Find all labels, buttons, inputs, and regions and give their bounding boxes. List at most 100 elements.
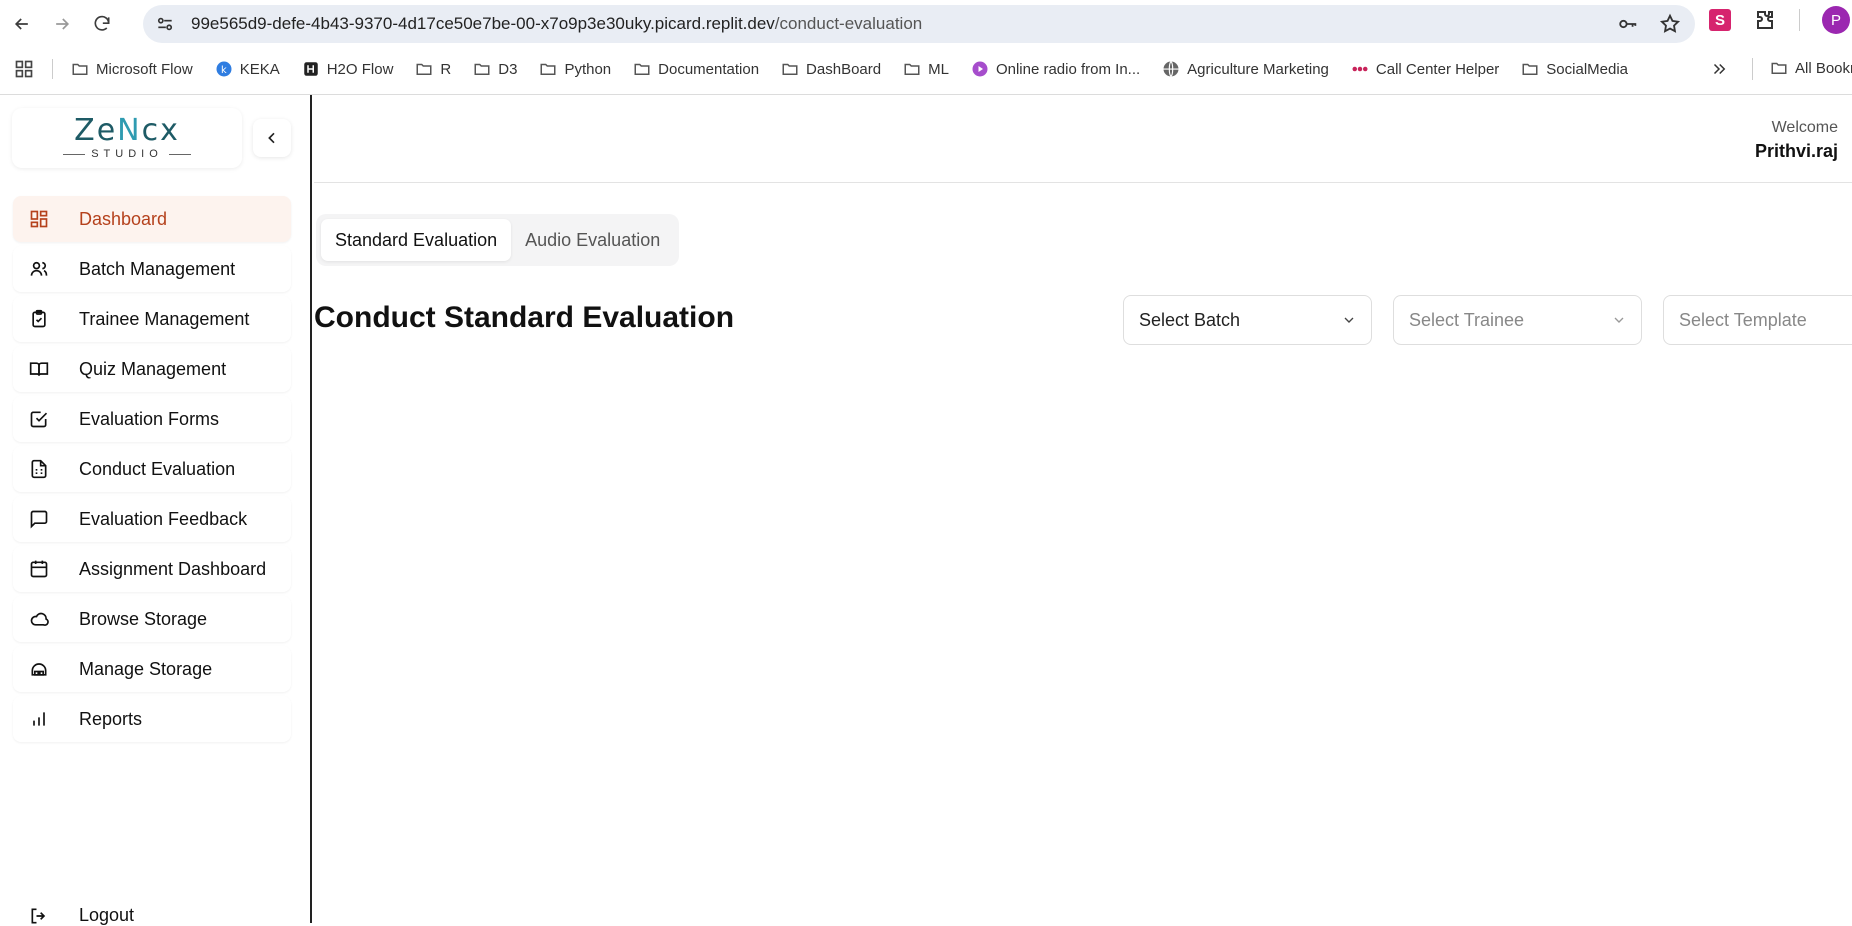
logo-part-a: Ze [74, 113, 118, 148]
sidebar: ZeNcx STUDIO Dashboard Batch Management Tr… [0, 95, 312, 925]
star-icon[interactable] [1659, 13, 1681, 35]
logo[interactable]: ZeNcx STUDIO [12, 108, 242, 168]
site-settings-icon[interactable] [155, 14, 177, 34]
bookmark-item[interactable]: Documentation [633, 60, 759, 78]
folder-icon [415, 60, 433, 78]
sidebar-item-manage-storage[interactable]: Manage Storage [13, 646, 291, 692]
bookmark-item[interactable]: k KEKA [215, 60, 280, 78]
folder-icon [903, 60, 921, 78]
collapse-sidebar-button[interactable] [253, 119, 291, 157]
sidebar-item-trainee-management[interactable]: Trainee Management [13, 296, 291, 342]
bookmark-item[interactable]: R [415, 60, 451, 78]
sidebar-item-batch-management[interactable]: Batch Management [13, 246, 291, 292]
sidebar-item-reports[interactable]: Reports [13, 696, 291, 742]
all-bookmarks[interactable]: All Bookmarks [1770, 59, 1852, 77]
bookmark-item[interactable]: ML [903, 60, 949, 78]
bookmark-separator-right [1752, 58, 1753, 80]
sidebar-item-dashboard[interactable]: Dashboard [13, 196, 291, 242]
bookmark-item[interactable]: DashBoard [781, 60, 881, 78]
select-template-placeholder: Select Template [1679, 309, 1807, 330]
calendar-icon [30, 560, 48, 578]
sidebar-item-label: Evaluation Forms [79, 408, 220, 429]
back-button[interactable] [2, 4, 42, 44]
sidebar-item-label: Assignment Dashboard [79, 558, 267, 579]
sidebar-item-evaluation-feedback[interactable]: Evaluation Feedback [13, 496, 291, 542]
bookmark-item[interactable]: H2O Flow [302, 60, 393, 78]
bookmark-label: Agriculture Marketing [1187, 60, 1329, 78]
folder-icon [71, 60, 89, 78]
keka-icon: k [215, 60, 233, 78]
dashboard-icon [30, 210, 48, 228]
svg-text:k: k [221, 65, 227, 76]
sidebar-item-label: Conduct Evaluation [79, 458, 236, 479]
select-template-dropdown[interactable]: Select Template [1663, 295, 1852, 345]
bookmark-label: KEKA [239, 60, 280, 78]
chevron-down-icon [1614, 317, 1624, 323]
logo-part-b: N [117, 113, 142, 148]
main-content: Welcome Prithvi.raj Standard Evaluation … [314, 95, 1852, 923]
sidebar-item-conduct-evaluation[interactable]: Conduct Evaluation [13, 446, 291, 492]
select-batch-value: Select Batch [1139, 309, 1241, 330]
logo-part-c: cx [141, 113, 180, 148]
bookmark-label: SocialMedia [1546, 60, 1629, 78]
bookmark-item[interactable]: Microsoft Flow [71, 60, 193, 78]
select-batch-dropdown[interactable]: Select Batch [1123, 295, 1372, 345]
bookmark-item[interactable]: D3 [473, 60, 517, 78]
sidebar-item-assignment-dashboard[interactable]: Assignment Dashboard [13, 546, 291, 592]
bookmark-label: Python [564, 60, 612, 78]
more-bookmarks-icon[interactable] [1710, 60, 1728, 78]
sidebar-item-label: Manage Storage [79, 658, 213, 679]
bookmark-label: Documentation [658, 60, 760, 78]
radio-icon [971, 60, 989, 78]
evaluation-tabs: Standard Evaluation Audio Evaluation [316, 214, 680, 266]
bookmarks-bar: Microsoft Flow k KEKA H2O Flow R D3 Python Docu… [0, 52, 1852, 86]
folder-icon [1521, 60, 1539, 78]
tab-audio-evaluation[interactable]: Audio Evaluation [511, 219, 674, 261]
folder-icon [473, 60, 491, 78]
bookmark-label: Microsoft Flow [96, 60, 193, 78]
file-text-icon [31, 459, 47, 479]
address-bar[interactable]: 99e565d9-defe-4b43-9370-4d17ce50e7be-00-… [143, 5, 1695, 43]
profile-avatar[interactable]: P [1822, 6, 1850, 34]
extensions-puzzle-icon[interactable] [1753, 8, 1777, 32]
bookmark-separator [52, 59, 53, 79]
bookmark-item[interactable]: Online radio from In... [971, 60, 1140, 78]
bookmark-label: R [440, 60, 452, 78]
sidebar-item-evaluation-forms[interactable]: Evaluation Forms [13, 396, 291, 442]
username[interactable]: Prithvi.raj [1755, 141, 1838, 162]
page-title: Conduct Standard Evaluation [314, 301, 735, 334]
arrow-right-icon [56, 18, 70, 30]
apps-grid-icon[interactable] [14, 59, 34, 79]
clipboard-check-icon [32, 309, 46, 328]
sidebar-item-label: Quiz Management [79, 358, 227, 379]
arrow-left-icon [14, 18, 28, 30]
bookmark-item[interactable]: Agriculture Marketing [1162, 60, 1329, 78]
select-trainee-dropdown[interactable]: Select Trainee [1393, 295, 1642, 345]
sidebar-item-quiz-management[interactable]: Quiz Management [13, 346, 291, 392]
globe-icon [1162, 60, 1180, 78]
sidebar-menu: Dashboard Batch Management Trainee Managem… [13, 196, 291, 746]
bookmark-label: Call Center Helper [1375, 60, 1500, 78]
tab-standard-evaluation[interactable]: Standard Evaluation [321, 219, 512, 261]
folder-icon [539, 60, 557, 78]
forward-button[interactable] [42, 4, 82, 44]
bookmark-item[interactable]: Python [539, 60, 611, 78]
bookmark-item[interactable]: Call Center Helper [1351, 60, 1499, 78]
dots-icon [1351, 60, 1369, 78]
sidebar-item-browse-storage[interactable]: Browse Storage [13, 596, 291, 642]
key-icon[interactable] [1617, 13, 1639, 35]
chevron-left-icon [268, 132, 275, 144]
sidebar-item-label: Reports [79, 708, 143, 729]
url-host: 99e565d9-defe-4b43-9370-4d17ce50e7be-00-… [191, 14, 775, 33]
sidebar-item-label: Dashboard [79, 208, 168, 229]
bookmark-item[interactable]: SocialMedia [1521, 60, 1628, 78]
chevron-down-icon [1344, 317, 1354, 323]
cloud-icon [30, 612, 49, 626]
bookmark-label: Online radio from In... [995, 60, 1141, 78]
folder-icon [1771, 62, 1787, 74]
logo-subtitle: STUDIO [63, 148, 191, 160]
extension-s-icon[interactable]: S [1709, 9, 1731, 31]
h2o-icon [302, 60, 320, 78]
reload-button[interactable] [82, 4, 122, 44]
app-header: Welcome Prithvi.raj [314, 95, 1852, 183]
